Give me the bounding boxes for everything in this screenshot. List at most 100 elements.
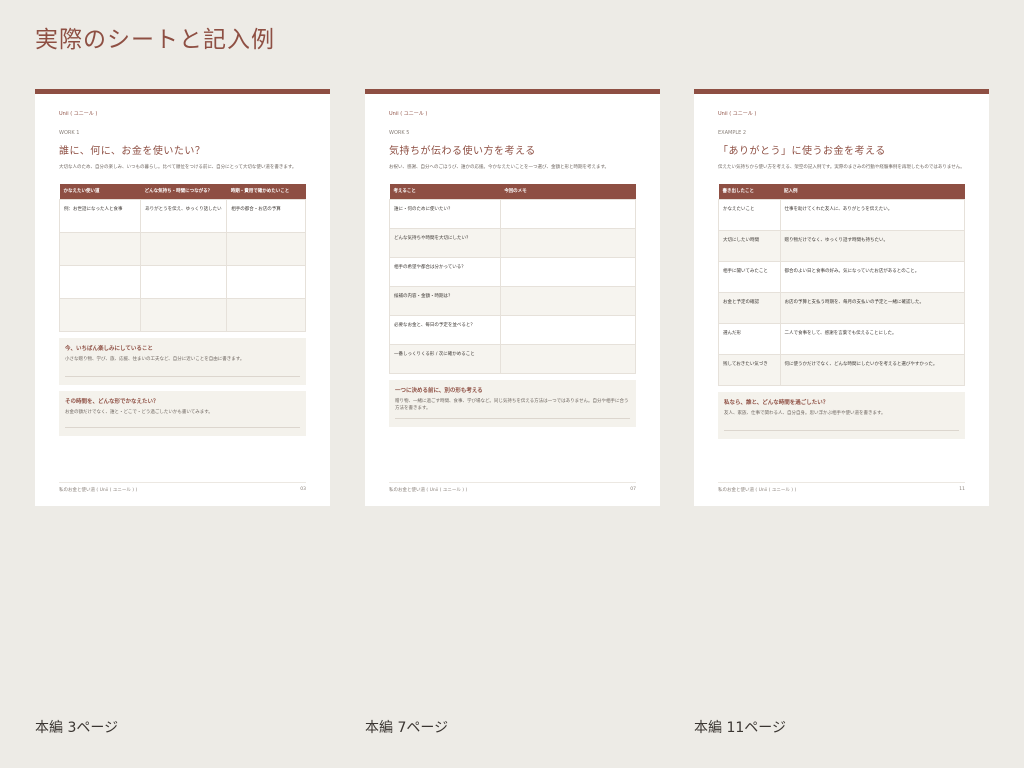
column-header: 考えること bbox=[389, 184, 501, 199]
sheet-footer: 私のお金と使い道 ( Unii ( ユニール ) ) 11 bbox=[718, 482, 965, 493]
table-cell: ありがとうを伝え、ゆっくり話したい bbox=[140, 198, 228, 233]
writing-line bbox=[65, 375, 300, 377]
note-text: お金の額だけでなく、誰と・どこで・どう過ごしたいかも書いてみます。 bbox=[65, 409, 213, 415]
sheet-page-11: Unii ( ユニール ) EXAMPLE 2 「ありがとう」に使うお金を考える… bbox=[694, 89, 989, 506]
work-label: WORK 1 bbox=[59, 130, 80, 136]
example-table: 書き出したこと 記入例 かなえたいこと 仕事を助けてくれた友人に、ありがとうを伝… bbox=[718, 184, 965, 386]
note-title: 一つに決める前に、別の形も考える bbox=[395, 387, 483, 394]
page-title: 実際のシートと記入例 bbox=[35, 27, 275, 53]
note-text: 贈り物、一緒に過ごす時間、食事、学び場など。同じ気持ちを伝える方法は一つではあり… bbox=[395, 398, 629, 411]
table-cell bbox=[499, 198, 637, 229]
sheet-description: お祝い、感謝、自分へのごほうび、誰かの応援。今かなえたいことを一つ選び、金額と形… bbox=[389, 165, 610, 170]
brand-logo: Unii ( ユニール ) bbox=[59, 111, 98, 117]
example-label: EXAMPLE 2 bbox=[718, 130, 747, 136]
table-cell bbox=[58, 297, 142, 332]
table-row bbox=[58, 264, 306, 299]
brand-logo: Unii ( ユニール ) bbox=[389, 111, 428, 117]
table-cell bbox=[58, 231, 142, 266]
note-title: 今、いちばん楽しみにしていること bbox=[65, 345, 153, 352]
page-number: 11 bbox=[959, 487, 965, 492]
footer-title: 私のお金と使い道 ( Unii ( ユニール ) ) bbox=[59, 488, 138, 493]
table-row: 一番しっくりくる形 / 次に確かめること bbox=[389, 343, 637, 374]
page-caption: 本編 11ページ bbox=[694, 720, 786, 736]
note-box: 今、いちばん楽しみにしていること 小さな贈り物、学び、旅、応援、住まいの工夫など… bbox=[59, 337, 306, 385]
table-cell bbox=[226, 264, 306, 299]
writing-line bbox=[395, 417, 630, 419]
sheet-page-3: Unii ( ユニール ) WORK 1 誰に、何に、お金を使いたい？ 大切な人… bbox=[35, 89, 330, 506]
table-cell: 相手の都合・お店の予算 bbox=[226, 198, 306, 233]
table-cell: 相手の希望や都合は分かっている？ bbox=[389, 256, 501, 287]
table-cell bbox=[499, 343, 637, 374]
table-row: 残しておきたい気づき 何に使うかだけでなく、どんな時間にしたいかを考えると選びや… bbox=[718, 353, 965, 386]
column-header: 今回のメモ bbox=[500, 184, 636, 199]
table-cell: 残しておきたい気づき bbox=[718, 353, 781, 386]
table-header-row: 書き出したこと 記入例 bbox=[718, 184, 965, 199]
table-cell: 贈り物だけでなく、ゆっくり話す時間も持ちたい。 bbox=[779, 229, 965, 262]
table-row bbox=[58, 297, 306, 332]
table-cell: 二人で食事をして、感謝を言葉でも伝えることにした。 bbox=[779, 322, 965, 355]
table-row: 相手に聞いてみたこと 都合のよい日と食事の好み。気になっていたお店があるとのこと… bbox=[718, 260, 965, 293]
page-caption: 本編 3ページ bbox=[35, 720, 119, 736]
table-row: かなえたいこと 仕事を助けてくれた友人に、ありがとうを伝えたい。 bbox=[718, 198, 965, 231]
table-row bbox=[58, 231, 306, 266]
table-row: お金と予定の確認 お店の予算と支払う時期を、毎月の支払いの予定と一緒に確認した。 bbox=[718, 291, 965, 324]
note-text: 小さな贈り物、学び、旅、応援、住まいの工夫など、自分に近いことを自由に書きます。 bbox=[65, 356, 245, 362]
note-text: 友人、家族、仕事で関わる人、自分自身。思い浮かぶ相手や使い道を書きます。 bbox=[724, 410, 886, 416]
note-box: 一つに決める前に、別の形も考える 贈り物、一緒に過ごす時間、食事、学び場など。同… bbox=[389, 379, 636, 427]
work-label: WORK 5 bbox=[389, 130, 410, 136]
footer-title: 私のお金と使い道 ( Unii ( ユニール ) ) bbox=[718, 488, 797, 493]
table-row: 誰に・何のために使いたい？ bbox=[389, 198, 637, 229]
brand-logo: Unii ( ユニール ) bbox=[718, 111, 757, 117]
column-header: 記入例 bbox=[780, 184, 965, 199]
page-number: 03 bbox=[300, 487, 306, 492]
table-row: 例：お世話になった人と食事 ありがとうを伝え、ゆっくり話したい 相手の都合・お店… bbox=[58, 198, 306, 233]
column-header: 書き出したこと bbox=[718, 184, 780, 199]
column-header: 時期・費用で確かめたいこと bbox=[226, 184, 306, 199]
table-cell bbox=[499, 256, 637, 287]
table-cell: どんな気持ちや時間を大切にしたい？ bbox=[389, 227, 501, 258]
table-row: 大切にしたい時間 贈り物だけでなく、ゆっくり話す時間も持ちたい。 bbox=[718, 229, 965, 262]
table-row: 候補の内容・金額・時期は？ bbox=[389, 285, 637, 316]
table-cell: 必要なお金と、毎日の予定を並べると？ bbox=[389, 314, 501, 345]
table-cell bbox=[140, 231, 228, 266]
table-cell bbox=[499, 227, 637, 258]
table-row: どんな気持ちや時間を大切にしたい？ bbox=[389, 227, 637, 258]
table-row: 必要なお金と、毎日の予定を並べると？ bbox=[389, 314, 637, 345]
column-header: かなえたい使い道 bbox=[59, 184, 141, 199]
table-header-row: かなえたい使い道 どんな気持ち・時間につながる？ 時期・費用で確かめたいこと bbox=[59, 184, 306, 199]
table-row: 相手の希望や都合は分かっている？ bbox=[389, 256, 637, 287]
note-box: その時間を、どんな形でかなえたい？ お金の額だけでなく、誰と・どこで・どう過ごし… bbox=[59, 390, 306, 436]
writing-line bbox=[724, 429, 959, 431]
table-cell bbox=[499, 285, 637, 316]
worksheet-table: かなえたい使い道 どんな気持ち・時間につながる？ 時期・費用で確かめたいこと 例… bbox=[58, 184, 306, 332]
table-cell: 例：お世話になった人と食事 bbox=[58, 198, 142, 233]
table-cell: 何に使うかだけでなく、どんな時間にしたいかを考えると選びやすかった。 bbox=[779, 353, 965, 386]
table-cell bbox=[58, 264, 142, 299]
table-cell: 大切にしたい時間 bbox=[718, 229, 781, 262]
table-cell: お金と予定の確認 bbox=[718, 291, 781, 324]
table-cell bbox=[226, 231, 306, 266]
page-number: 07 bbox=[630, 487, 636, 492]
table-header-row: 考えること 今回のメモ bbox=[389, 184, 636, 199]
sheet-page-7: Unii ( ユニール ) WORK 5 気持ちが伝わる使い方を考える お祝い、… bbox=[365, 89, 660, 506]
sheet-footer: 私のお金と使い道 ( Unii ( ユニール ) ) 07 bbox=[389, 482, 636, 493]
sheet-title: 気持ちが伝わる使い方を考える bbox=[389, 146, 536, 157]
table-cell: 都合のよい日と食事の好み。気になっていたお店があるとのこと。 bbox=[779, 260, 965, 293]
sheet-description: 大切な人のため、自分の楽しみ、いつもの暮らし。比べて順位をつける前に、自分にとっ… bbox=[59, 165, 297, 170]
note-title: 私なら、誰と、どんな時間を過ごしたい？ bbox=[724, 399, 829, 406]
worksheet-table: 考えること 今回のメモ 誰に・何のために使いたい？ どんな気持ちや時間を大切にし… bbox=[389, 184, 637, 374]
table-cell bbox=[226, 297, 306, 332]
footer-title: 私のお金と使い道 ( Unii ( ユニール ) ) bbox=[389, 488, 468, 493]
table-cell: 一番しっくりくる形 / 次に確かめること bbox=[389, 343, 501, 374]
sheet-footer: 私のお金と使い道 ( Unii ( ユニール ) ) 03 bbox=[59, 482, 306, 493]
sheet-title: 「ありがとう」に使うお金を考える bbox=[718, 146, 886, 157]
sheet-description: 伝えたい気持ちから使い方を考える、架空の記入例です。実際のまさみの行動や経験事例… bbox=[718, 165, 965, 170]
table-row: 選んだ形 二人で食事をして、感謝を言葉でも伝えることにした。 bbox=[718, 322, 965, 355]
note-box: 私なら、誰と、どんな時間を過ごしたい？ 友人、家族、仕事で関わる人、自分自身。思… bbox=[718, 391, 965, 439]
table-cell: 相手に聞いてみたこと bbox=[718, 260, 781, 293]
table-cell: お店の予算と支払う時期を、毎月の支払いの予定と一緒に確認した。 bbox=[779, 291, 965, 324]
table-cell: 仕事を助けてくれた友人に、ありがとうを伝えたい。 bbox=[779, 198, 965, 231]
page-caption: 本編 7ページ bbox=[365, 720, 449, 736]
sheet-title: 誰に、何に、お金を使いたい？ bbox=[59, 146, 206, 157]
note-title: その時間を、どんな形でかなえたい？ bbox=[65, 398, 159, 405]
